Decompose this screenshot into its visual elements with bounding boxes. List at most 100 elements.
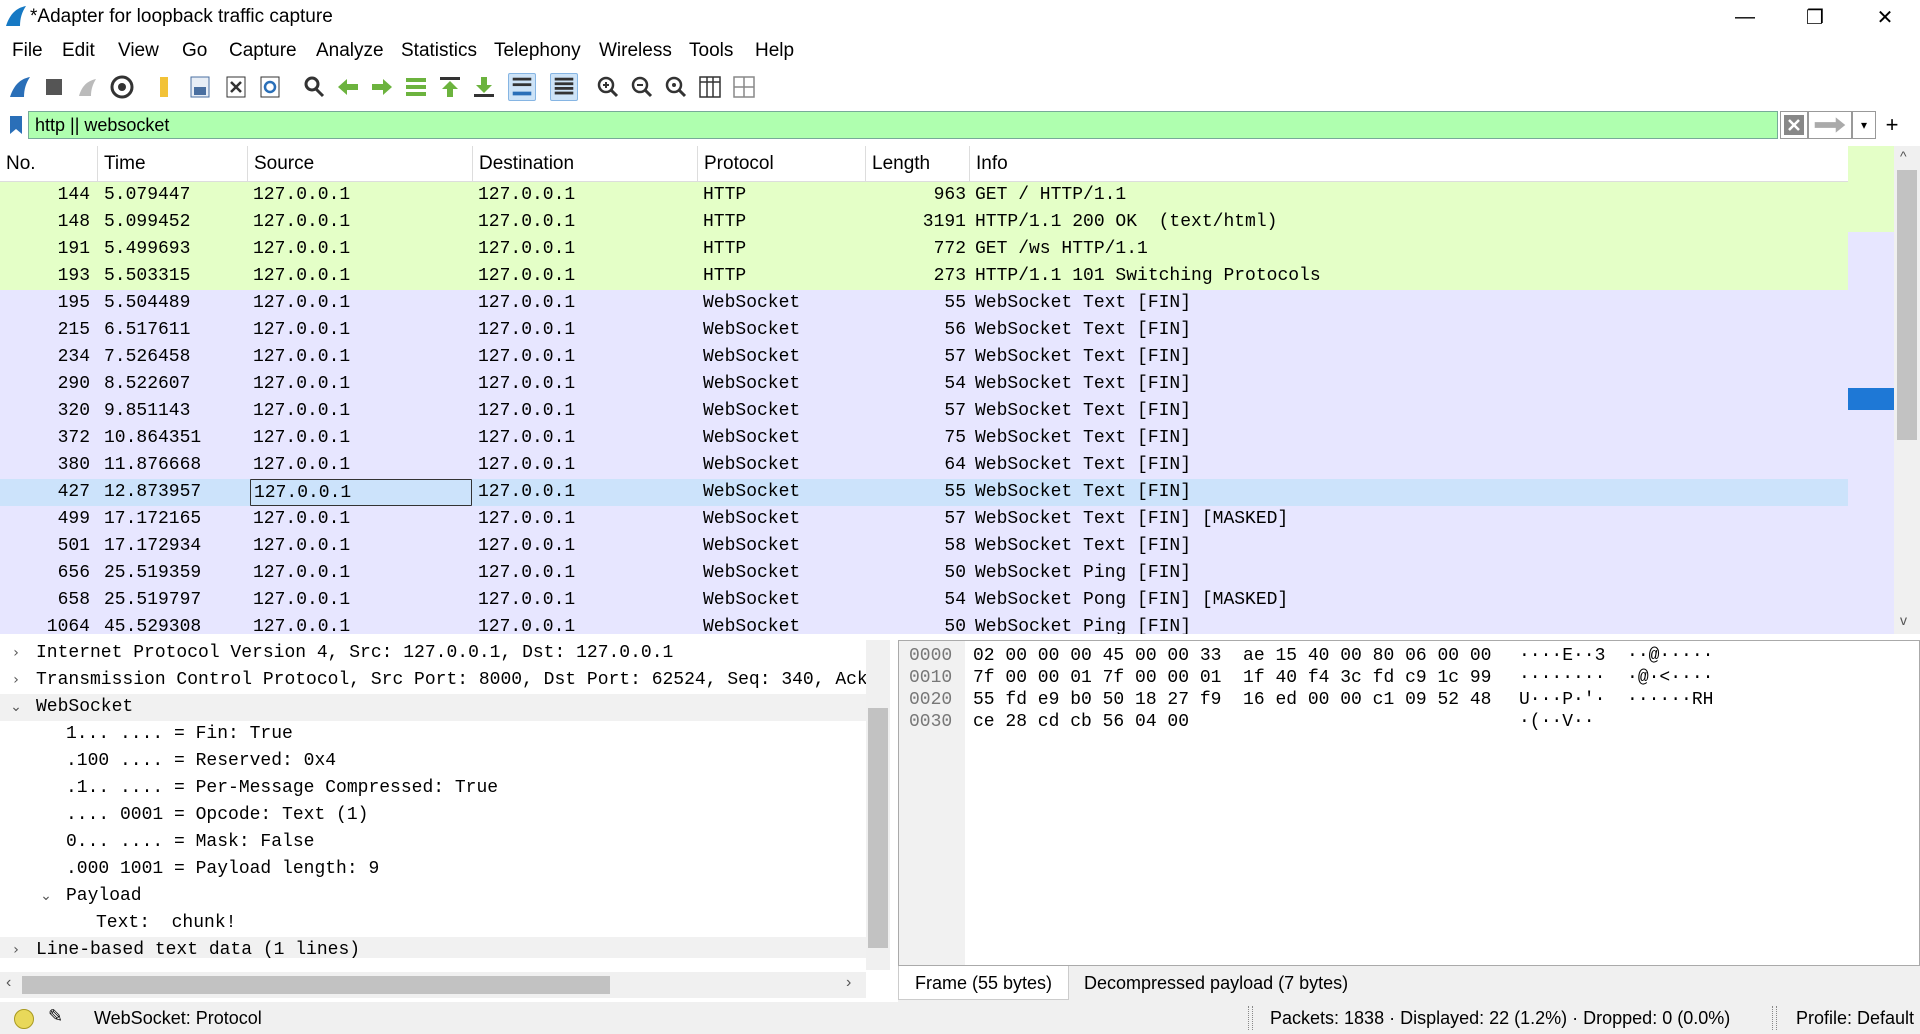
detail-line[interactable]: .000 1001 = Payload length: 9: [0, 856, 866, 883]
menu-edit[interactable]: Edit: [62, 40, 95, 62]
resize-columns-icon[interactable]: [696, 73, 724, 101]
packet-row[interactable]: 427 12.873957 127.0.0.1 127.0.0.1 WebSocket 5…: [0, 479, 1848, 506]
column-protocol[interactable]: Protocol: [698, 146, 866, 182]
menu-view[interactable]: View: [118, 40, 159, 62]
menu-analyze[interactable]: Analyze: [316, 40, 384, 62]
packet-row[interactable]: 320 9.851143 127.0.0.1 127.0.0.1 WebSocket 57…: [0, 398, 1848, 425]
zoom-out-icon[interactable]: [628, 73, 656, 101]
menu-telephony[interactable]: Telephony: [494, 40, 581, 62]
go-last-icon[interactable]: [470, 73, 498, 101]
packet-list-scrollbar[interactable]: ^ v: [1894, 146, 1920, 634]
packet-row[interactable]: 499 17.172165 127.0.0.1 127.0.0.1 WebSocket 5…: [0, 506, 1848, 533]
chevron-down-icon[interactable]: ⌄: [6, 694, 26, 721]
detail-line[interactable]: .100 .... = Reserved: 0x4: [0, 748, 866, 775]
menu-help[interactable]: Help: [755, 40, 794, 62]
go-to-packet-icon[interactable]: [402, 73, 430, 101]
packet-row[interactable]: 191 5.499693 127.0.0.1 127.0.0.1 HTTP 772 GET …: [0, 236, 1848, 263]
chevron-down-icon[interactable]: ⌄: [36, 883, 56, 910]
auto-scroll-icon[interactable]: [508, 73, 536, 101]
close-button[interactable]: ✕: [1850, 0, 1920, 34]
packet-row[interactable]: 1064 45.529308 127.0.0.1 127.0.0.1 WebSocket…: [0, 614, 1848, 634]
bookmark-icon[interactable]: [4, 111, 28, 139]
display-filter-input[interactable]: [28, 111, 1778, 139]
chevron-right-icon[interactable]: ›: [6, 937, 26, 958]
menu-go[interactable]: Go: [182, 40, 207, 62]
open-file-icon[interactable]: [150, 73, 178, 101]
filter-history-dropdown[interactable]: ▾: [1852, 111, 1876, 139]
menu-tools[interactable]: Tools: [689, 40, 733, 62]
menu-file[interactable]: File: [12, 40, 43, 62]
column-source[interactable]: Source: [248, 146, 473, 182]
packet-row[interactable]: 144 5.079447 127.0.0.1 127.0.0.1 HTTP 963 GET …: [0, 182, 1848, 209]
start-capture-icon[interactable]: [6, 73, 34, 101]
detail-line[interactable]: Text: chunk!: [0, 910, 866, 937]
packet-row[interactable]: 290 8.522607 127.0.0.1 127.0.0.1 WebSocket 54…: [0, 371, 1848, 398]
status-separator: [1776, 1006, 1777, 1030]
packet-minimap[interactable]: [1848, 146, 1894, 634]
scroll-left-icon[interactable]: ‹: [6, 974, 11, 992]
detail-line[interactable]: .1.. .... = Per-Message Compressed: True: [0, 775, 866, 802]
details-scroll-thumb[interactable]: [868, 708, 888, 948]
packet-row[interactable]: 380 11.876668 127.0.0.1 127.0.0.1 WebSocket 6…: [0, 452, 1848, 479]
detail-line[interactable]: .... 0001 = Opcode: Text (1): [0, 802, 866, 829]
detail-line[interactable]: ⌄ WebSocket: [0, 694, 866, 721]
normal-size-icon[interactable]: [662, 73, 690, 101]
status-profile[interactable]: Profile: Default: [1796, 1008, 1914, 1029]
restore-button[interactable]: ❐: [1780, 0, 1850, 34]
packet-row[interactable]: 234 7.526458 127.0.0.1 127.0.0.1 WebSocket 57…: [0, 344, 1848, 371]
packet-row[interactable]: 215 6.517611 127.0.0.1 127.0.0.1 WebSocket 56…: [0, 317, 1848, 344]
tab-frame[interactable]: Frame (55 bytes): [898, 966, 1070, 1000]
details-vertical-scrollbar[interactable]: [866, 640, 890, 970]
detail-line[interactable]: › Internet Protocol Version 4, Src: 127.0…: [0, 640, 866, 667]
scroll-down-icon[interactable]: v: [1900, 612, 1907, 628]
reload-file-icon[interactable]: [256, 73, 284, 101]
column-time[interactable]: Time: [98, 146, 248, 182]
expert-info-icon[interactable]: [14, 1009, 34, 1029]
minimize-button[interactable]: —: [1710, 0, 1780, 34]
column-length[interactable]: Length: [866, 146, 970, 182]
expand-subtrees-icon[interactable]: [730, 73, 758, 101]
apply-filter-icon[interactable]: [1808, 111, 1852, 139]
menu-capture[interactable]: Capture: [229, 40, 297, 62]
colorize-icon[interactable]: [550, 73, 578, 101]
packet-row[interactable]: 193 5.503315 127.0.0.1 127.0.0.1 HTTP 273 HTTP…: [0, 263, 1848, 290]
detail-line[interactable]: 1... .... = Fin: True: [0, 721, 866, 748]
tab-decompressed-payload[interactable]: Decompressed payload (7 bytes): [1068, 966, 1364, 1000]
packet-row[interactable]: 195 5.504489 127.0.0.1 127.0.0.1 WebSocket 55…: [0, 290, 1848, 317]
scroll-up-icon[interactable]: ^: [1900, 148, 1907, 164]
scroll-thumb[interactable]: [1897, 170, 1917, 440]
go-first-icon[interactable]: [436, 73, 464, 101]
packet-row[interactable]: 501 17.172934 127.0.0.1 127.0.0.1 WebSocket 5…: [0, 533, 1848, 560]
zoom-in-icon[interactable]: [594, 73, 622, 101]
capture-options-icon[interactable]: [108, 73, 136, 101]
clear-filter-icon[interactable]: [1780, 111, 1808, 139]
packet-row[interactable]: 658 25.519797 127.0.0.1 127.0.0.1 WebSocket 5…: [0, 587, 1848, 614]
chevron-right-icon[interactable]: ›: [6, 640, 26, 667]
detail-line[interactable]: 0... .... = Mask: False: [0, 829, 866, 856]
go-forward-icon[interactable]: [368, 73, 396, 101]
chevron-right-icon[interactable]: ›: [6, 667, 26, 694]
save-file-icon[interactable]: [186, 73, 214, 101]
packet-row[interactable]: 656 25.519359 127.0.0.1 127.0.0.1 WebSocket 5…: [0, 560, 1848, 587]
detail-line[interactable]: ⌄ Payload: [0, 883, 866, 910]
edit-comment-icon[interactable]: ✎: [48, 1006, 63, 1027]
detail-line[interactable]: › Line-based text data (1 lines): [0, 937, 866, 958]
find-packet-icon[interactable]: [300, 73, 328, 101]
scroll-right-icon[interactable]: ›: [846, 974, 851, 992]
packet-bytes-pane[interactable]: 0000 02 00 00 00 45 00 00 33 ae 15 40 00 …: [898, 640, 1920, 966]
detail-line[interactable]: › Transmission Control Protocol, Src Port…: [0, 667, 866, 694]
stop-icon[interactable]: [40, 73, 68, 101]
column-no[interactable]: No.: [0, 146, 98, 182]
column-info[interactable]: Info: [970, 146, 1848, 182]
menu-statistics[interactable]: Statistics: [401, 40, 477, 62]
packet-row[interactable]: 148 5.099452 127.0.0.1 127.0.0.1 HTTP 3191 HTT…: [0, 209, 1848, 236]
packet-row[interactable]: 372 10.864351 127.0.0.1 127.0.0.1 WebSocket 7…: [0, 425, 1848, 452]
menu-wireless[interactable]: Wireless: [599, 40, 672, 62]
details-horizontal-scrollbar[interactable]: ‹ ›: [0, 972, 866, 998]
details-hscroll-thumb[interactable]: [22, 976, 610, 994]
add-filter-button[interactable]: +: [1880, 111, 1904, 139]
restart-icon[interactable]: [74, 73, 102, 101]
column-destination[interactable]: Destination: [473, 146, 698, 182]
go-back-icon[interactable]: [334, 73, 362, 101]
close-file-icon[interactable]: [222, 73, 250, 101]
